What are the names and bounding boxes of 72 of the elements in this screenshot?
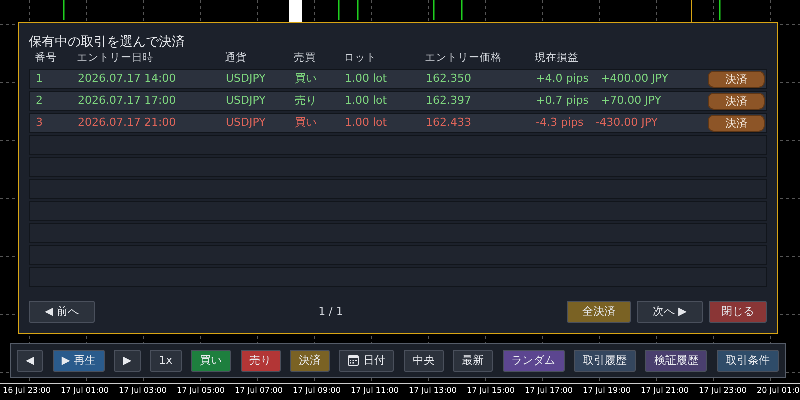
settle-button[interactable]: 決済 (708, 70, 765, 88)
axis-label: 17 Jul 01:00 (61, 385, 109, 397)
yen-profit: -430.00 JPY (596, 114, 658, 131)
toolbar-button[interactable]: 決済 (290, 350, 330, 372)
toolbar-button[interactable]: ◀ (17, 350, 44, 372)
currency-pair: USDJPY (226, 114, 267, 131)
toolbar-button[interactable]: ▶ (114, 350, 141, 372)
trade-number: 2 (36, 92, 44, 109)
axis-label: 17 Jul 03:00 (119, 385, 167, 397)
close-all-button[interactable]: 全決済 (567, 301, 631, 323)
entry-time: 2026.07.17 21:00 (78, 114, 178, 131)
currency-pair: USDJPY (226, 70, 267, 87)
toolbar-button[interactable]: 日付 (339, 350, 394, 372)
entry-time: 2026.07.17 14:00 (78, 70, 178, 87)
column-header: ロット (344, 51, 378, 66)
pips-profit: +0.7 pips (536, 92, 589, 109)
lot-size: 1.00 lot (345, 114, 388, 131)
previous-button[interactable]: ◀ 前へ (29, 301, 95, 323)
column-header: エントリー価格 (425, 51, 503, 66)
axis-label: 17 Jul 21:00 (641, 385, 689, 397)
toolbar-button[interactable]: 最新 (453, 350, 494, 372)
lot-size: 1.00 lot (345, 70, 388, 87)
trade-row[interactable]: 3 2026.07.17 21:00 USDJPY 買い 1.00 lot 162.433 -4.3 pips -430.00 JPY 決済 (29, 113, 767, 133)
entry-price: 162.397 (426, 92, 472, 109)
axis-label: 16 Jul 23:00 (3, 385, 51, 397)
trade-side: 買い (295, 70, 318, 87)
toolbar-button[interactable]: 取引履歴 (574, 350, 636, 372)
axis-label: 17 Jul 19:00 (583, 385, 631, 397)
settle-button[interactable]: 決済 (708, 92, 765, 110)
column-header: 売買 (294, 51, 317, 66)
trade-side: 買い (295, 114, 318, 131)
column-header: 通貨 (225, 51, 248, 66)
toolbar-button[interactable]: 中央 (404, 350, 444, 372)
lot-size: 1.00 lot (345, 92, 388, 109)
column-header: エントリー日時 (77, 51, 155, 66)
column-header: 現在損益 (535, 51, 580, 66)
axis-label: 17 Jul 05:00 (177, 385, 225, 397)
calendar-icon (348, 355, 360, 366)
toolbar-button[interactable]: ▶ 再生 (52, 350, 105, 372)
toolbar-button[interactable]: 1x (150, 350, 182, 372)
axis-label: 20 Jul 01:0 (757, 385, 800, 397)
yen-profit: +70.00 JPY (600, 92, 662, 109)
trade-number: 3 (36, 114, 44, 131)
axis-label: 17 Jul 13:00 (409, 385, 457, 397)
toolbar-button[interactable]: 売り (240, 350, 281, 372)
toolbar-button[interactable]: 取引条件 (716, 350, 779, 372)
axis-label: 17 Jul 15:00 (467, 385, 515, 397)
dialog-title: 保有中の取引を選んで決済 (29, 35, 186, 51)
trade-row[interactable]: 1 2026.07.17 14:00 USDJPY 買い 1.00 lot 162.350 +4.0 pips +400.00 JPY 決済 (29, 69, 767, 89)
trade-row[interactable]: 2 2026.07.17 17:00 USDJPY 売り 1.00 lot 162.397 +0.7 pips +70.00 JPY 決済 (29, 91, 767, 111)
pips-profit: +4.0 pips (536, 70, 589, 87)
trade-number: 1 (36, 70, 44, 87)
toolbar-button[interactable]: 買い (191, 350, 232, 372)
currency-pair: USDJPY (226, 92, 267, 109)
pips-profit: -4.3 pips (536, 114, 584, 131)
axis-label: 17 Jul 07:00 (235, 385, 283, 397)
axis-label: 17 Jul 09:00 (293, 385, 341, 397)
yen-profit: +400.00 JPY (600, 70, 669, 87)
page-indicator: 1 / 1 (318, 304, 344, 320)
entry-time: 2026.07.17 17:00 (78, 92, 178, 109)
next-button[interactable]: 次へ ▶ (637, 301, 703, 323)
close-button[interactable]: 閉じる (709, 301, 767, 323)
column-header: 番号 (35, 51, 58, 66)
axis-label: 17 Jul 23:00 (699, 385, 747, 397)
toolbar-button[interactable]: ランダム (502, 350, 565, 372)
axis-label: 17 Jul 11:00 (351, 385, 399, 397)
toolbar-button[interactable]: 検証履歴 (645, 350, 708, 372)
axis-label: 17 Jul 17:00 (525, 385, 573, 397)
settle-button[interactable]: 決済 (708, 114, 765, 132)
trade-side: 売り (295, 92, 318, 109)
entry-price: 162.433 (426, 114, 472, 131)
entry-price: 162.350 (426, 70, 472, 87)
